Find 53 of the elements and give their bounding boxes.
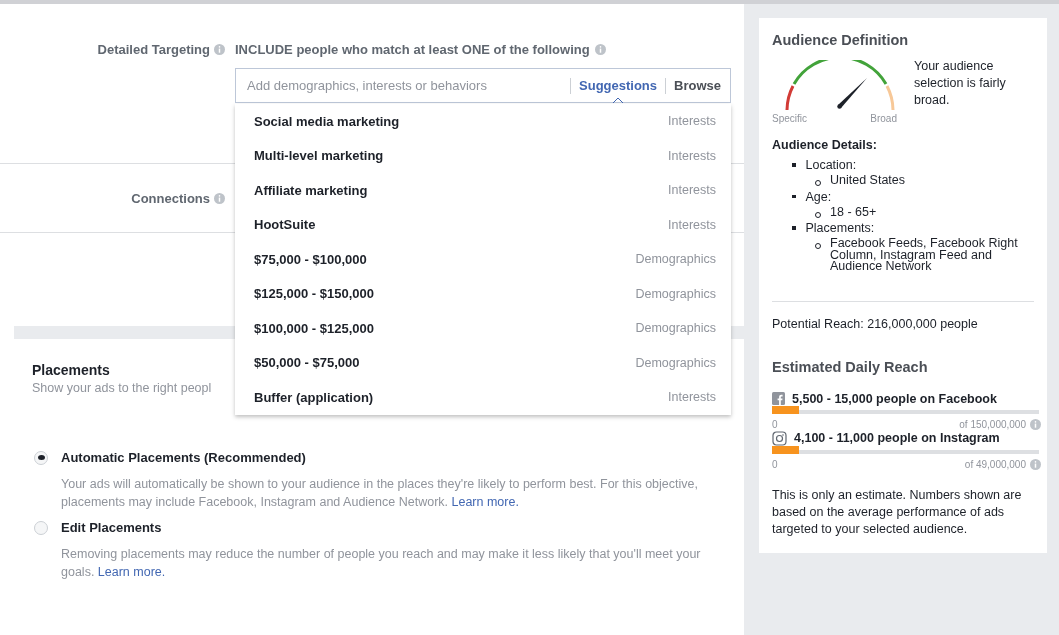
- reach-estimate: 5,500 - 15,000 people on Facebook: [792, 391, 997, 406]
- tab[interactable]: Browse: [674, 78, 721, 93]
- detail-label: Age:: [805, 189, 832, 204]
- suggestion-item[interactable]: $50,000 - $75,000 Demographics: [235, 345, 731, 380]
- section-title: Placements: [32, 362, 110, 378]
- axis-min: 0: [772, 418, 778, 430]
- detail-value: Facebook Feeds, Facebook Right Column, Instagram Feed and Audience Network: [830, 238, 1019, 273]
- detail-value: 18 - 65+: [830, 206, 878, 218]
- learn-more-link[interactable]: Learn more.: [97, 565, 166, 579]
- section-subtitle: Show your ads to the right peopl: [32, 381, 212, 395]
- info-icon: [594, 44, 606, 55]
- reach-estimate: 4,100 - 11,000 people on Instagram: [794, 431, 1000, 445]
- tab[interactable]: Suggestions: [579, 78, 658, 93]
- suggestion-item[interactable]: $75,000 - $100,000 Demographics: [235, 242, 731, 277]
- suggestion-item[interactable]: Social media marketing Interests: [235, 104, 731, 139]
- info-icon: [1030, 418, 1041, 430]
- section-title: Estimated Daily Reach: [772, 358, 929, 375]
- option-label: Edit Placements: [61, 520, 162, 535]
- facebook-icon: [772, 392, 785, 405]
- suggestion-item[interactable]: Buffer (application) Interests: [235, 380, 731, 415]
- detail-value: United States: [830, 175, 907, 187]
- detail-label: Placements:: [805, 221, 875, 235]
- info-icon: [1030, 458, 1041, 470]
- learn-more-link[interactable]: Learn more.: [451, 495, 519, 509]
- option-description: Removing placements may reduce the number of people you reach and may make it less likely that you'll meet your goals. Learn more.: [61, 546, 701, 581]
- option-description: Your ads will automatically be shown to your audience in the places they're likely to perform best. For this objective, placements may include Facebook, Instagram and Audience Network. Learn more.: [61, 476, 699, 511]
- axis-min: 0: [772, 458, 778, 470]
- estimate-note: This is only an estimate. Numbers shown are based on the average performance of ads targeted to your selected audience.: [772, 486, 1023, 538]
- detail-label: Location:: [805, 158, 857, 172]
- audience-summary: Your audience selection is fairly broad.: [914, 58, 1007, 109]
- suggestion-item[interactable]: $100,000 - $125,000 Demographics: [235, 311, 731, 346]
- include-heading: INCLUDE people who match at least ONE of the following: [235, 42, 590, 57]
- details-title: Audience Details:: [772, 138, 878, 152]
- field-label: Connections: [131, 190, 210, 206]
- potential-reach: Potential Reach: 216,000,000 people: [772, 316, 979, 331]
- info-icon: [214, 44, 225, 55]
- option-label: Automatic Placements (Recommended): [61, 450, 306, 465]
- suggestion-item[interactable]: Multi-level marketing Interests: [235, 138, 731, 173]
- suggestion-item[interactable]: $125,000 - $150,000 Demographics: [235, 276, 731, 311]
- axis-max: of 49,000,000: [964, 458, 1026, 470]
- gauge-label: Broad: [870, 113, 897, 124]
- info-icon: [214, 192, 225, 204]
- caret-icon: [612, 97, 624, 103]
- axis-max: of 150,000,000: [959, 418, 1026, 430]
- radio-button[interactable]: [34, 520, 48, 535]
- radio-button[interactable]: [34, 450, 48, 465]
- search-field[interactable]: Add demographics, interests or behaviors Suggestions Browse: [235, 68, 731, 103]
- gauge-label: Specific: [772, 113, 807, 124]
- suggestion-item[interactable]: HootSuite Interests: [235, 207, 731, 242]
- suggestion-item[interactable]: Affiliate marketing Interests: [235, 173, 731, 208]
- field-label: Detailed Targeting: [97, 42, 210, 57]
- camera-icon: [772, 430, 787, 446]
- card-title: Audience Definition: [772, 32, 910, 48]
